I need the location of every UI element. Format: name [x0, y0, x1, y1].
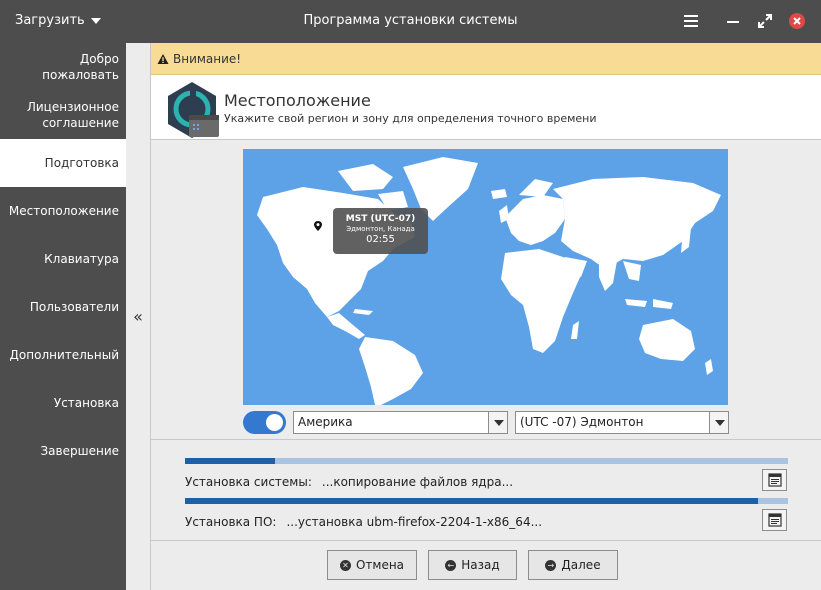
zone-select[interactable]: (UTC -07) Эдмонтон [515, 411, 729, 434]
minimize-icon[interactable] [724, 12, 742, 30]
log-icon [768, 473, 782, 487]
location-pin-icon [314, 221, 322, 231]
next-button-label: Далее [561, 558, 601, 572]
sidebar-item-welcome[interactable]: Добро пожаловать [0, 43, 126, 91]
sidebar-item-label: Завершение [40, 444, 119, 458]
caret-down-icon [90, 17, 101, 24]
zone-select-value: (UTC -07) Эдмонтон [520, 415, 644, 429]
software-progress-label: Установка ПО: [185, 515, 277, 529]
tooltip-time: 02:55 [366, 234, 395, 245]
sidebar-item-label: Лицензионное соглашение [26, 100, 119, 130]
install-progress-area: Установка системы: ...копирование файлов … [151, 439, 821, 541]
software-progress-bar [185, 498, 788, 504]
sidebar-item-finish[interactable]: Завершение [0, 427, 126, 475]
hamburger-menu-icon[interactable] [682, 12, 700, 30]
chevron-down-icon[interactable] [488, 412, 507, 433]
maximize-icon[interactable] [756, 12, 774, 30]
region-select[interactable]: Америка [293, 411, 508, 434]
warning-icon [157, 53, 169, 64]
back-button-label: Назад [461, 558, 500, 572]
sidebar-item-location[interactable]: Местоположение [0, 187, 126, 235]
arrow-left-circle-icon: ← [445, 559, 457, 571]
region-select-value: Америка [298, 415, 353, 429]
load-menu-label: Загрузить [15, 13, 85, 28]
sidebar-item-additional[interactable]: Дополнительный [0, 331, 126, 379]
software-progress-text: Установка ПО: ...установка ubm-firefox-22… [185, 515, 542, 529]
cancel-button-label: Отмена [355, 558, 405, 572]
system-progress-bar [185, 458, 788, 464]
sidebar-item-label: Подготовка [44, 156, 119, 170]
world-map-image [257, 157, 721, 405]
tooltip-city: Эдмонтон, Канада [346, 225, 415, 233]
sidebar-item-label: Клавиатура [44, 252, 119, 266]
system-progress-status: ...копирование файлов ядра... [321, 475, 514, 489]
system-progress-text: Установка системы: ...копирование файлов … [185, 475, 513, 489]
back-button[interactable]: ← Назад [428, 550, 517, 580]
cancel-circle-icon: ✕ [339, 559, 351, 571]
sidebar-item-label: Местоположение [8, 204, 119, 218]
log-icon [768, 513, 782, 527]
title-bar: Загрузить Программа установки системы [0, 0, 821, 43]
warning-text: Внимание! [173, 51, 242, 66]
sidebar-item-label: Добро пожаловать [42, 52, 119, 82]
close-icon[interactable] [788, 12, 806, 30]
system-progress-fill [185, 458, 276, 464]
sidebar-item-preparation[interactable]: Подготовка [0, 139, 126, 187]
toggle-knob [266, 414, 283, 431]
timezone-map[interactable]: MST (UTC-07) Эдмонтон, Канада 02:55 [243, 149, 728, 405]
software-progress-status: ...установка ubm-firefox-2204-1-x86_64..… [286, 515, 543, 529]
load-menu-button[interactable]: Загрузить [15, 13, 101, 28]
chevron-down-icon[interactable] [709, 412, 728, 433]
sidebar-item-label: Дополнительный [9, 348, 119, 362]
location-globe-icon [168, 82, 219, 138]
double-chevron-left-icon: « [133, 307, 143, 326]
tooltip-timezone: MST (UTC-07) [345, 214, 416, 224]
main-panel: Внимание! Местоположение Укажите свой ре… [151, 43, 821, 590]
sidebar-item-label: Пользователи [29, 300, 119, 314]
system-log-button[interactable] [762, 469, 787, 491]
arrow-right-circle-icon: → [545, 559, 557, 571]
steps-sidebar: Добро пожаловать Лицензионное соглашение… [0, 43, 126, 590]
software-log-button[interactable] [762, 509, 787, 531]
cancel-button[interactable]: ✕ Отмена [327, 550, 417, 580]
auto-timezone-toggle[interactable] [243, 411, 286, 434]
timezone-tooltip: MST (UTC-07) Эдмонтон, Канада 02:55 [333, 208, 428, 254]
warning-banner: Внимание! [151, 43, 821, 75]
sidebar-item-license[interactable]: Лицензионное соглашение [0, 91, 126, 139]
collapse-sidebar-button[interactable]: « [126, 43, 151, 590]
sidebar-item-keyboard[interactable]: Клавиатура [0, 235, 126, 283]
page-subtitle: Укажите свой регион и зону для определен… [224, 112, 597, 125]
software-progress-fill [185, 498, 758, 504]
next-button[interactable]: → Далее [528, 550, 618, 580]
system-progress-label: Установка системы: [185, 475, 312, 489]
page-title: Местоположение [224, 91, 371, 110]
sidebar-item-installation[interactable]: Установка [0, 379, 126, 427]
page-header: Местоположение Укажите свой регион и зон… [151, 75, 821, 140]
sidebar-item-users[interactable]: Пользователи [0, 283, 126, 331]
sidebar-item-label: Установка [53, 396, 119, 410]
